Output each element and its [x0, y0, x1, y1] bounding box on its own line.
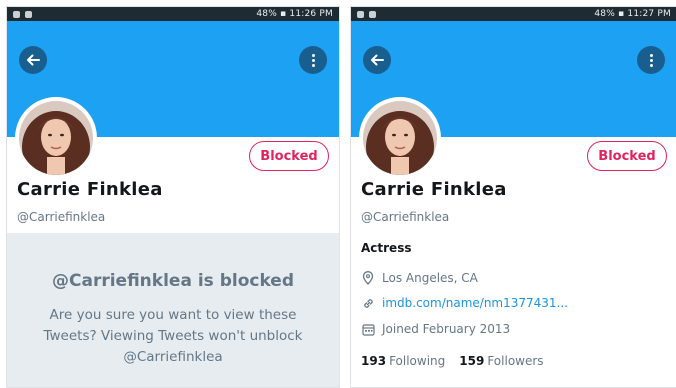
following-label: Following [389, 354, 446, 368]
followers-stat[interactable]: 159 Followers [459, 354, 543, 368]
profile-screen-right: 48% ▪ 11:27 PM Blocked Carrie Finklea @C… [350, 6, 676, 388]
back-button[interactable] [363, 46, 391, 74]
profile-handle: @Carriefinklea [361, 210, 450, 224]
website-link[interactable]: imdb.com/name/nm1377431... [382, 296, 568, 310]
location-text: Los Angeles, CA [382, 271, 478, 285]
profile-bio: Actress [361, 241, 412, 255]
following-stat[interactable]: 193 Following [361, 354, 445, 368]
avatar-photo [363, 101, 437, 175]
more-vertical-icon [311, 53, 315, 67]
followers-count: 159 [459, 354, 485, 368]
more-options-button[interactable] [299, 46, 327, 74]
status-right: 48% ▪ 11:27 PM [594, 9, 671, 19]
notification-icon [357, 10, 364, 18]
avatar-photo [19, 101, 93, 175]
profile-screen-left: 48% ▪ 11:26 PM Blocked Carrie Finklea @C… [6, 6, 340, 388]
profile-handle: @Carriefinklea [17, 210, 106, 224]
joined-row: Joined February 2013 [361, 322, 510, 336]
status-bar: 48% ▪ 11:26 PM [7, 7, 339, 21]
arrow-left-icon [371, 54, 384, 66]
status-bar: 48% ▪ 11:27 PM [351, 7, 676, 21]
back-button[interactable] [19, 46, 47, 74]
joined-text: Joined February 2013 [382, 322, 511, 336]
blocked-button[interactable]: Blocked [249, 141, 329, 171]
profile-name: Carrie Finklea [17, 179, 163, 200]
website-row: imdb.com/name/nm1377431... [361, 296, 568, 310]
following-count: 193 [361, 354, 387, 368]
more-vertical-icon [649, 53, 653, 67]
blocked-notice: @Carriefinklea is blocked Are you sure y… [7, 233, 339, 387]
blocked-button[interactable]: Blocked [587, 141, 667, 171]
followers-label: Followers [487, 354, 544, 368]
avatar[interactable] [359, 97, 441, 179]
location-pin-icon [361, 271, 375, 285]
avatar[interactable] [15, 97, 97, 179]
arrow-left-icon [27, 54, 40, 66]
notification-icon [13, 10, 20, 18]
follow-stats: 193 Following 159 Followers [361, 354, 544, 368]
twitter-icon [25, 10, 32, 18]
blocked-notice-title: @Carriefinklea is blocked [52, 271, 294, 291]
profile-name: Carrie Finklea [361, 179, 507, 200]
more-options-button[interactable] [637, 46, 665, 74]
blocked-notice-text: Are you sure you want to view these Twee… [43, 307, 303, 365]
link-icon [361, 296, 375, 310]
location-row: Los Angeles, CA [361, 271, 478, 285]
twitter-icon [369, 10, 376, 18]
calendar-icon [361, 322, 375, 336]
status-right: 48% ▪ 11:26 PM [256, 9, 333, 19]
